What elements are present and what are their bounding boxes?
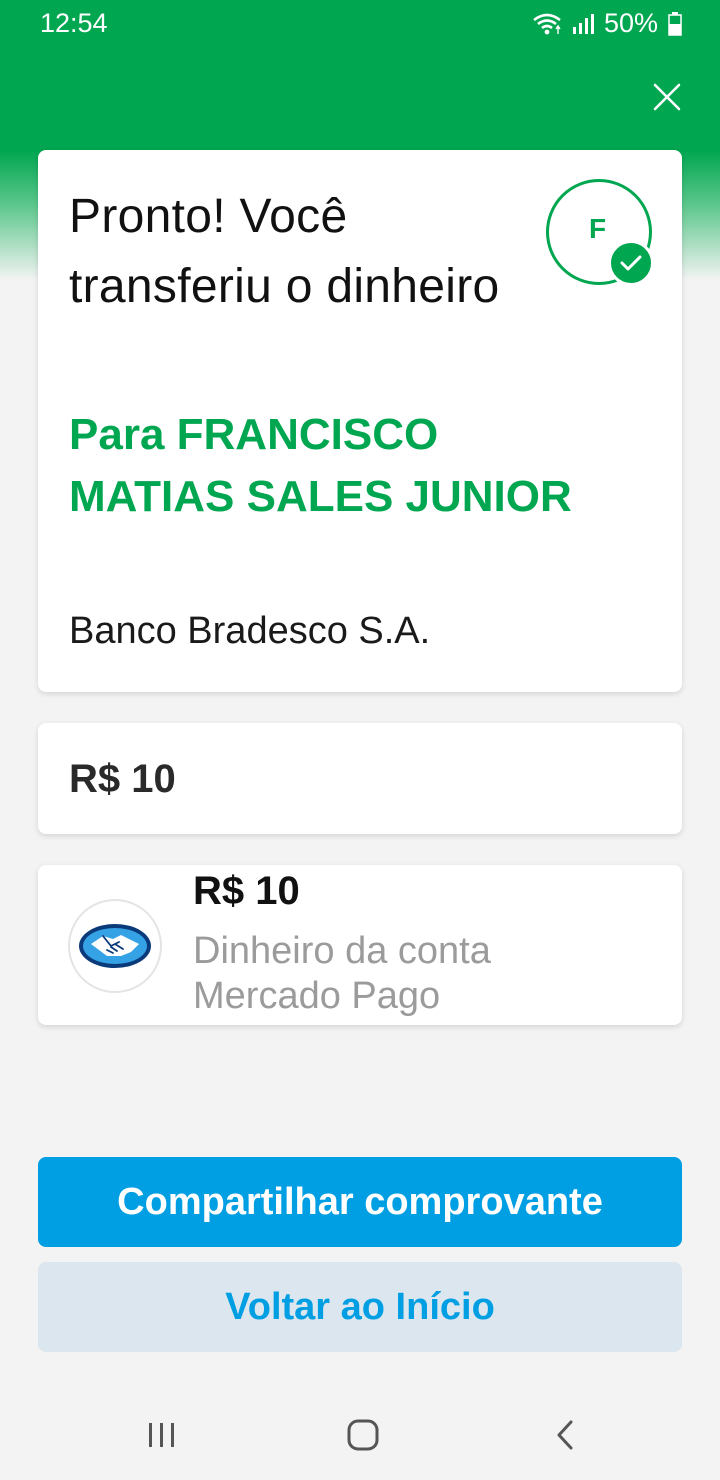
share-receipt-button[interactable]: Compartilhar comprovante [38, 1157, 682, 1247]
back-button[interactable] [535, 1412, 595, 1462]
back-icon [555, 1419, 575, 1456]
amount-card: R$ 10 [38, 723, 682, 834]
recipient-bank: Banco Bradesco S.A. [69, 610, 431, 652]
transfer-amount: R$ 10 [69, 757, 176, 801]
confirmation-title: Pronto! Você transferiu o dinheiro [69, 190, 500, 313]
recent-apps-button[interactable] [132, 1412, 192, 1462]
system-navigation-bar [0, 1390, 720, 1480]
battery-icon [668, 11, 682, 36]
recipient-name: Para FRANCISCO MATIAS SALES JUNIOR [69, 410, 572, 521]
close-icon [652, 82, 682, 117]
status-icons: 50% [532, 8, 682, 39]
payment-description: Dinheiro da conta Mercado Pago [193, 930, 491, 1017]
payment-amount: R$ 10 [193, 869, 300, 913]
home-icon [347, 1419, 379, 1456]
back-to-home-button[interactable]: Voltar ao Início [38, 1262, 682, 1352]
avatar-initial: F [588, 213, 607, 244]
confirmation-card: Pronto! Você transferiu o dinheiro F Par… [38, 150, 682, 692]
status-bar: 12:54 50% [0, 0, 720, 48]
check-icon [608, 240, 654, 286]
close-button[interactable] [646, 78, 688, 120]
home-button[interactable] [333, 1412, 393, 1462]
battery-percentage: 50% [603, 8, 658, 38]
wifi-icon [532, 12, 562, 36]
mercado-pago-logo [68, 899, 162, 993]
status-time: 12:54 [40, 8, 108, 38]
signal-icon [572, 13, 594, 35]
recipient-avatar: F [546, 179, 654, 286]
payment-method-card: R$ 10 Dinheiro da conta Mercado Pago [38, 865, 682, 1025]
recent-apps-icon [147, 1421, 177, 1454]
